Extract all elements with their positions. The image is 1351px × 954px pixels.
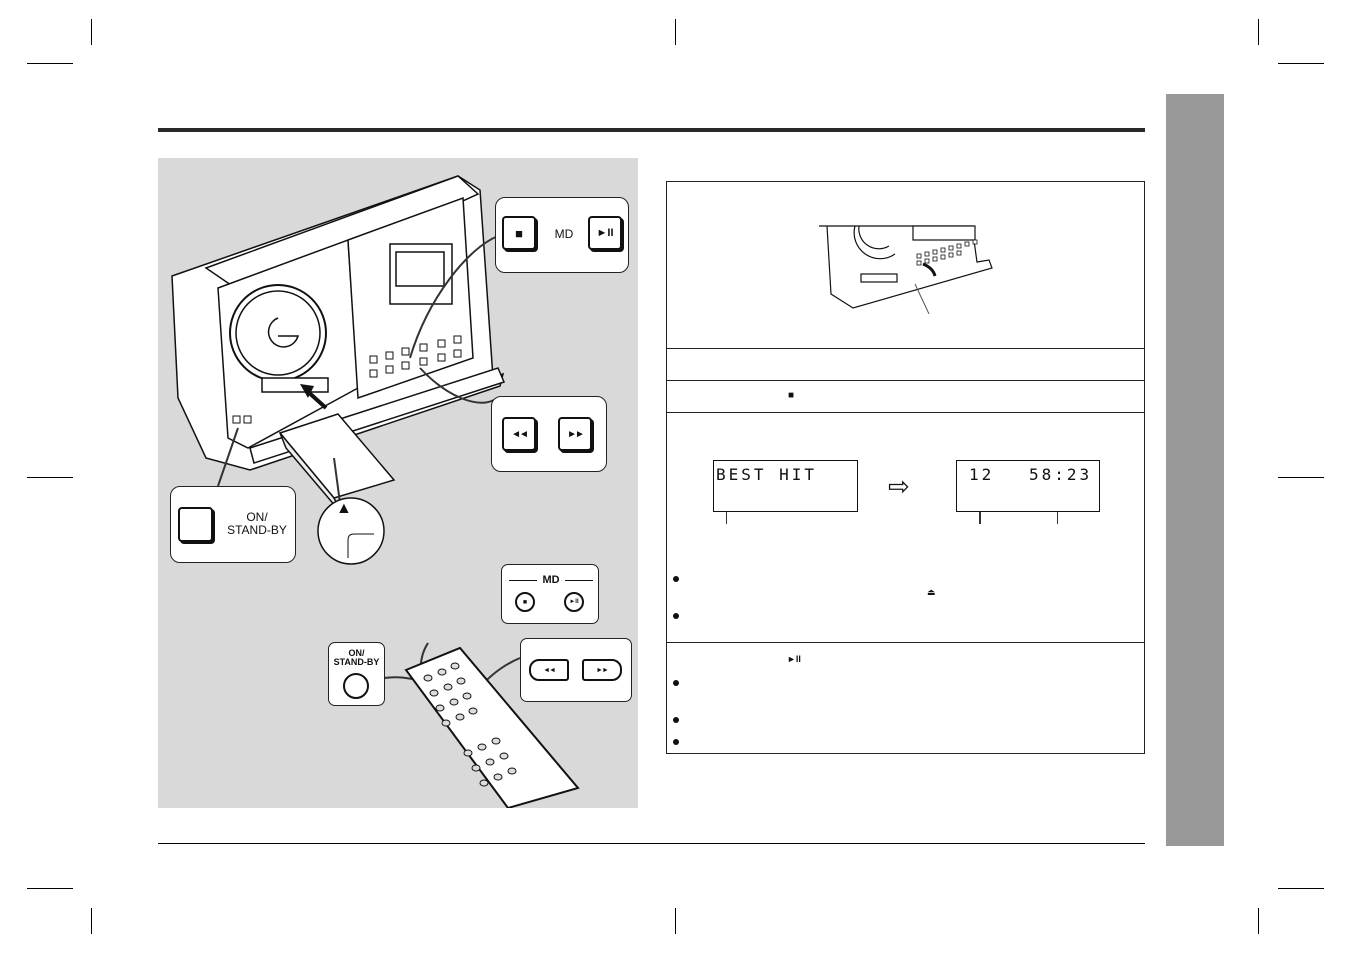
steps-table: ■ BEST HIT ⇨ 12 58:23 ⏏ ►II — [666, 181, 1145, 754]
open-cover-diagram — [819, 225, 993, 314]
skip-next-icon: ►► — [567, 428, 585, 440]
callout-main-power-button: ON/ STAND-BY — [170, 486, 296, 563]
crop-mark — [1258, 19, 1259, 45]
remote-md-label: MD — [542, 574, 560, 586]
remote-md-play-pause-button[interactable]: ►II — [564, 592, 584, 612]
callout-main-md-buttons: ■ MD ►II — [495, 197, 629, 273]
crop-mark — [1278, 477, 1324, 478]
minidisc-drawing — [278, 413, 396, 515]
crop-mark — [1278, 63, 1324, 64]
stop-icon: ■ — [515, 225, 523, 241]
main-md-play-pause-button[interactable]: ►II — [588, 216, 622, 250]
remote-power-button[interactable] — [343, 673, 369, 699]
callout-remote-skip-buttons: ◄◄ ►► — [520, 638, 632, 702]
hollow-arrow-right-icon: ⇨ — [888, 471, 910, 501]
footer-rule — [158, 843, 1145, 844]
remote-skip-next-button[interactable]: ►► — [582, 659, 622, 681]
display-after: 12 58:23 — [956, 460, 1100, 512]
remote-md-stop-button[interactable]: ■ — [515, 592, 535, 612]
crop-mark — [27, 477, 73, 478]
crop-mark — [27, 63, 73, 64]
stop-icon: ■ — [788, 390, 795, 401]
play-pause-icon: ►II — [596, 227, 614, 239]
section-side-tab — [1166, 94, 1224, 846]
display-total-time: 58:23 — [1029, 465, 1093, 484]
play-pause-icon: ►II — [787, 654, 801, 664]
bullet — [673, 613, 679, 619]
display-track-count: 12 — [969, 465, 995, 484]
step-row-3: ■ — [667, 380, 1144, 412]
divider — [509, 580, 537, 581]
bullet — [673, 717, 679, 723]
crop-mark — [91, 908, 92, 934]
crop-mark — [91, 19, 92, 45]
bullet — [673, 576, 679, 582]
main-power-button[interactable] — [178, 507, 213, 542]
main-skip-next-button[interactable]: ►► — [558, 417, 592, 451]
leader-line — [979, 512, 981, 524]
step-row-5: ►II — [667, 642, 1144, 755]
step-row-2 — [667, 348, 1144, 380]
step-row-4: BEST HIT ⇨ 12 58:23 ⏏ — [667, 412, 1144, 642]
crop-mark — [1258, 908, 1259, 934]
header-rule — [158, 128, 1145, 132]
crop-mark — [675, 19, 676, 45]
md-label: MD — [554, 227, 574, 241]
main-md-stop-button[interactable]: ■ — [502, 216, 536, 250]
callout-main-skip-buttons: ◄◄ ►► — [491, 396, 607, 472]
remote-power-label-line2: STAND-BY — [333, 657, 380, 667]
divider — [565, 580, 593, 581]
display-before: BEST HIT — [713, 460, 858, 512]
crop-mark — [27, 888, 73, 889]
skip-next-icon: ►► — [596, 666, 609, 674]
triangle-up-icon: ▲ — [336, 500, 352, 517]
display-disc-title: BEST HIT — [716, 465, 818, 484]
eject-icon: ⏏ — [927, 587, 936, 597]
main-skip-previous-button[interactable]: ◄◄ — [502, 417, 536, 451]
crop-mark — [1278, 888, 1324, 889]
bullet — [673, 739, 679, 745]
skip-previous-icon: ◄◄ — [511, 428, 529, 440]
illustration-panel: ■ MD ►II ◄◄ ►► ON/ STAND-BY ▲ MD ■ ►II O… — [158, 158, 638, 808]
crop-mark — [675, 908, 676, 934]
leader-line — [1057, 512, 1058, 524]
stop-icon: ■ — [522, 598, 528, 606]
skip-previous-icon: ◄◄ — [543, 666, 556, 674]
callout-remote-power-button: ON/ STAND-BY — [328, 642, 385, 706]
power-label-line2: STAND-BY — [227, 523, 287, 537]
leader-line — [726, 512, 727, 524]
play-pause-icon: ►II — [569, 599, 579, 605]
callout-remote-md-buttons: MD ■ ►II — [501, 564, 599, 624]
remote-skip-previous-button[interactable]: ◄◄ — [529, 659, 569, 681]
bullet — [673, 680, 679, 686]
